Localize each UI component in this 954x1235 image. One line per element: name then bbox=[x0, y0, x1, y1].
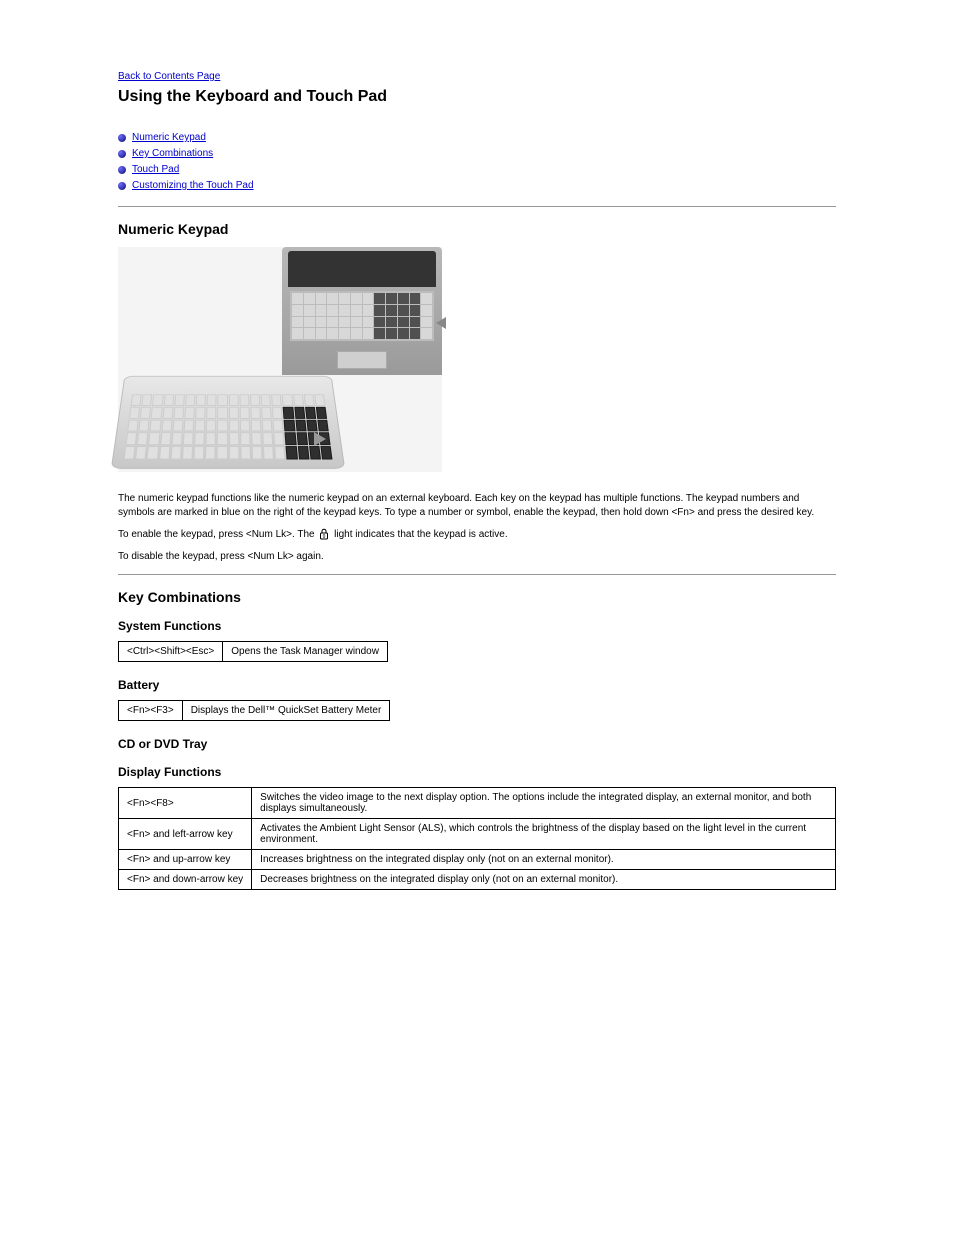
laptop-keyboard bbox=[290, 291, 434, 341]
numeric-keypad-disable: To disable the keypad, press <Num Lk> ag… bbox=[118, 550, 836, 564]
table-row: <Fn> and left-arrow keyActivates the Amb… bbox=[119, 819, 836, 850]
desc-cell: Decreases brightness on the integrated d… bbox=[252, 870, 836, 890]
divider bbox=[118, 206, 836, 207]
bullet-icon bbox=[118, 166, 126, 174]
table-row: <Fn> and down-arrow keyDecreases brightn… bbox=[119, 870, 836, 890]
toc-item: Numeric Keypad bbox=[118, 130, 836, 146]
table-row: <Ctrl><Shift><Esc>Opens the Task Manager… bbox=[119, 642, 388, 662]
heading-system-functions: System Functions bbox=[118, 619, 836, 633]
table-system-functions: <Ctrl><Shift><Esc>Opens the Task Manager… bbox=[118, 641, 388, 662]
heading-numeric-keypad: Numeric Keypad bbox=[118, 221, 836, 237]
bullet-icon bbox=[118, 134, 126, 142]
key-combo-cell: <Fn> and down-arrow key bbox=[119, 870, 252, 890]
heading-key-combinations: Key Combinations bbox=[118, 589, 836, 605]
table-battery: <Fn><F3>Displays the Dell™ QuickSet Batt… bbox=[118, 700, 390, 721]
svg-text:9: 9 bbox=[323, 534, 326, 540]
numeric-keypad-enable: To enable the keypad, press <Num Lk>. Th… bbox=[118, 528, 836, 542]
toc-link[interactable]: Customizing the Touch Pad bbox=[132, 178, 254, 194]
toc-item: Touch Pad bbox=[118, 162, 836, 178]
toc-item: Customizing the Touch Pad bbox=[118, 178, 836, 194]
heading-display-functions: Display Functions bbox=[118, 765, 836, 779]
toc-link[interactable]: Numeric Keypad bbox=[132, 130, 206, 146]
key-combo-cell: <Fn> and up-arrow key bbox=[119, 850, 252, 870]
bullet-icon bbox=[118, 150, 126, 158]
desc-cell: Increases brightness on the integrated d… bbox=[252, 850, 836, 870]
desc-cell: Activates the Ambient Light Sensor (ALS)… bbox=[252, 819, 836, 850]
desc-cell: Switches the video image to the next dis… bbox=[252, 788, 836, 819]
toc-link[interactable]: Key Combinations bbox=[132, 146, 213, 162]
table-display-functions: <Fn><F8>Switches the video image to the … bbox=[118, 787, 836, 890]
toc-link[interactable]: Touch Pad bbox=[132, 162, 179, 178]
table-row: <Fn> and up-arrow keyIncreases brightnes… bbox=[119, 850, 836, 870]
enable-suffix: light indicates that the keypad is activ… bbox=[334, 529, 507, 540]
key-combo-cell: <Ctrl><Shift><Esc> bbox=[119, 642, 223, 662]
heading-battery: Battery bbox=[118, 678, 836, 692]
breadcrumb-back[interactable]: Back to Contents Page bbox=[118, 71, 220, 82]
external-keyboard-illustration bbox=[118, 367, 338, 472]
key-combo-cell: <Fn> and left-arrow key bbox=[119, 819, 252, 850]
laptop-illustration bbox=[282, 247, 442, 375]
page-title: Using the Keyboard and Touch Pad bbox=[118, 88, 836, 106]
table-row: <Fn><F3>Displays the Dell™ QuickSet Batt… bbox=[119, 701, 390, 721]
toc-list: Numeric KeypadKey CombinationsTouch PadC… bbox=[118, 130, 836, 194]
heading-cdtray: CD or DVD Tray bbox=[118, 737, 836, 751]
desc-cell: Displays the Dell™ QuickSet Battery Mete… bbox=[182, 701, 390, 721]
key-combo-cell: <Fn><F8> bbox=[119, 788, 252, 819]
bullet-icon bbox=[118, 182, 126, 190]
enable-prefix: To enable the keypad, press <Num Lk>. Th… bbox=[118, 529, 317, 540]
numlock-icon: 9 bbox=[319, 528, 329, 540]
table-row: <Fn><F8>Switches the video image to the … bbox=[119, 788, 836, 819]
desc-cell: Opens the Task Manager window bbox=[223, 642, 388, 662]
numeric-keypad-desc: The numeric keypad functions like the nu… bbox=[118, 492, 836, 520]
keyboard-figure bbox=[118, 247, 442, 472]
toc-item: Key Combinations bbox=[118, 146, 836, 162]
divider bbox=[118, 574, 836, 575]
key-combo-cell: <Fn><F3> bbox=[119, 701, 183, 721]
